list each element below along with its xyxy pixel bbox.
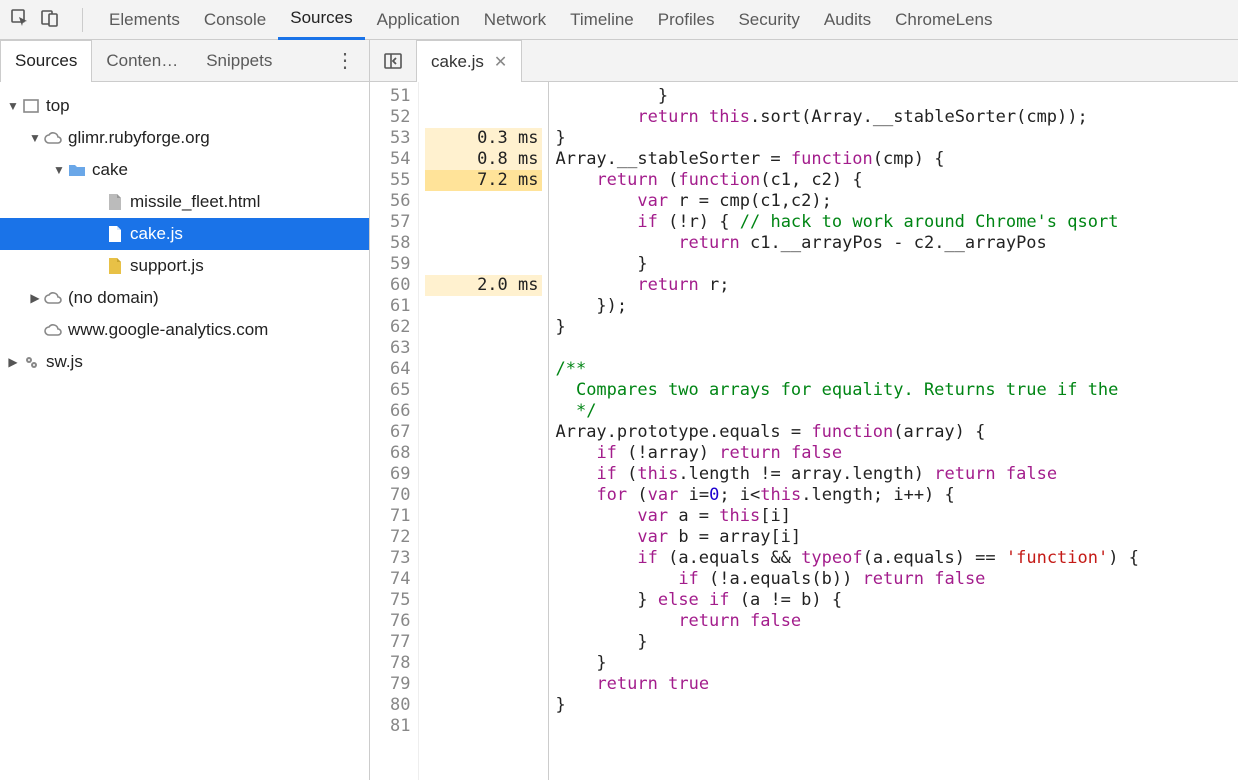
tree-item-label: missile_fleet.html: [130, 192, 260, 212]
gear-icon: [20, 353, 42, 371]
top-tab-profiles[interactable]: Profiles: [646, 0, 727, 40]
tree-item-label: www.google-analytics.com: [68, 320, 268, 340]
top-tab-application[interactable]: Application: [365, 0, 472, 40]
chevron-down-icon[interactable]: ▼: [52, 163, 66, 177]
top-tab-audits[interactable]: Audits: [812, 0, 883, 40]
cloud-icon: [42, 322, 64, 338]
tree-item-label: cake.js: [130, 224, 183, 244]
sidebar-tab-snippets[interactable]: Snippets: [192, 40, 286, 82]
editor-pane: cake.js ✕ 515253545556575859606162636465…: [370, 40, 1238, 780]
tree-item-label: top: [46, 96, 70, 116]
line-number-gutter: 5152535455565758596061626364656667686970…: [370, 82, 419, 780]
tree-item-swjs[interactable]: ▶ sw.js: [0, 346, 369, 378]
top-tab-security[interactable]: Security: [726, 0, 811, 40]
tree-item-label: cake: [92, 160, 128, 180]
top-tab-console[interactable]: Console: [192, 0, 278, 40]
close-icon[interactable]: ✕: [494, 52, 507, 72]
tree-item-supportjs[interactable]: support.js: [0, 250, 369, 282]
tree-item-cakejs[interactable]: cake.js: [0, 218, 369, 250]
tree-item-nodomain[interactable]: ▶ (no domain): [0, 282, 369, 314]
chevron-down-icon[interactable]: ▼: [6, 99, 20, 113]
tree-item-label: glimr.rubyforge.org: [68, 128, 210, 148]
sources-sidebar: SourcesConten…Snippets ⋮ ▼ top ▼ glimr.ruby…: [0, 40, 370, 780]
top-tab-elements[interactable]: Elements: [97, 0, 192, 40]
more-options-icon[interactable]: ⋮: [321, 48, 369, 73]
tree-item-cake[interactable]: ▼ cake: [0, 154, 369, 186]
separator: [82, 8, 83, 32]
sidebar-tab-conten[interactable]: Conten…: [92, 40, 192, 82]
folder-icon: [66, 162, 88, 178]
tree-item-glimrrubyforgeorg[interactable]: ▼ glimr.rubyforge.org: [0, 122, 369, 154]
sidebar-tab-sources[interactable]: Sources: [0, 40, 92, 82]
file-sel-icon: [104, 225, 126, 243]
top-tab-chromelens[interactable]: ChromeLens: [883, 0, 1004, 40]
tree-item-missilefleethtml[interactable]: missile_fleet.html: [0, 186, 369, 218]
timing-gutter: 0.3 ms0.8 ms7.2 ms 2.0 ms: [419, 82, 549, 780]
chevron-down-icon[interactable]: ▼: [28, 131, 42, 145]
editor-tab-cakejs[interactable]: cake.js ✕: [416, 40, 522, 82]
tree-item-label: (no domain): [68, 288, 159, 308]
chevron-right-icon[interactable]: ▶: [6, 355, 20, 369]
tree-item-label: sw.js: [46, 352, 83, 372]
tree-item-wwwgoogleanalyticscom[interactable]: www.google-analytics.com: [0, 314, 369, 346]
inspect-icon[interactable]: [10, 8, 30, 32]
top-tab-network[interactable]: Network: [472, 0, 558, 40]
chevron-right-icon[interactable]: ▶: [28, 291, 42, 305]
file-yellow-icon: [104, 257, 126, 275]
file-tree: ▼ top ▼ glimr.rubyforge.org ▼ cakemissile_fle…: [0, 82, 369, 386]
top-tab-sources[interactable]: Sources: [278, 0, 364, 40]
device-toggle-icon[interactable]: [40, 8, 60, 32]
toggle-navigator-icon[interactable]: [378, 48, 408, 74]
editor-tab-label: cake.js: [431, 52, 484, 72]
code-area[interactable]: } return this.sort(Array.__stableSorter(…: [549, 82, 1138, 780]
tree-item-label: support.js: [130, 256, 204, 276]
frame-icon: [20, 97, 42, 115]
file-icon: [104, 193, 126, 211]
top-tab-timeline[interactable]: Timeline: [558, 0, 646, 40]
editor-tab-bar: cake.js ✕: [370, 40, 1238, 82]
source-editor[interactable]: 5152535455565758596061626364656667686970…: [370, 82, 1238, 780]
devtools-top-tabs: ElementsConsoleSourcesApplicationNetwork…: [0, 0, 1238, 40]
cloud-icon: [42, 290, 64, 306]
sidebar-tabs: SourcesConten…Snippets ⋮: [0, 40, 369, 82]
tree-item-top[interactable]: ▼ top: [0, 90, 369, 122]
cloud-icon: [42, 130, 64, 146]
